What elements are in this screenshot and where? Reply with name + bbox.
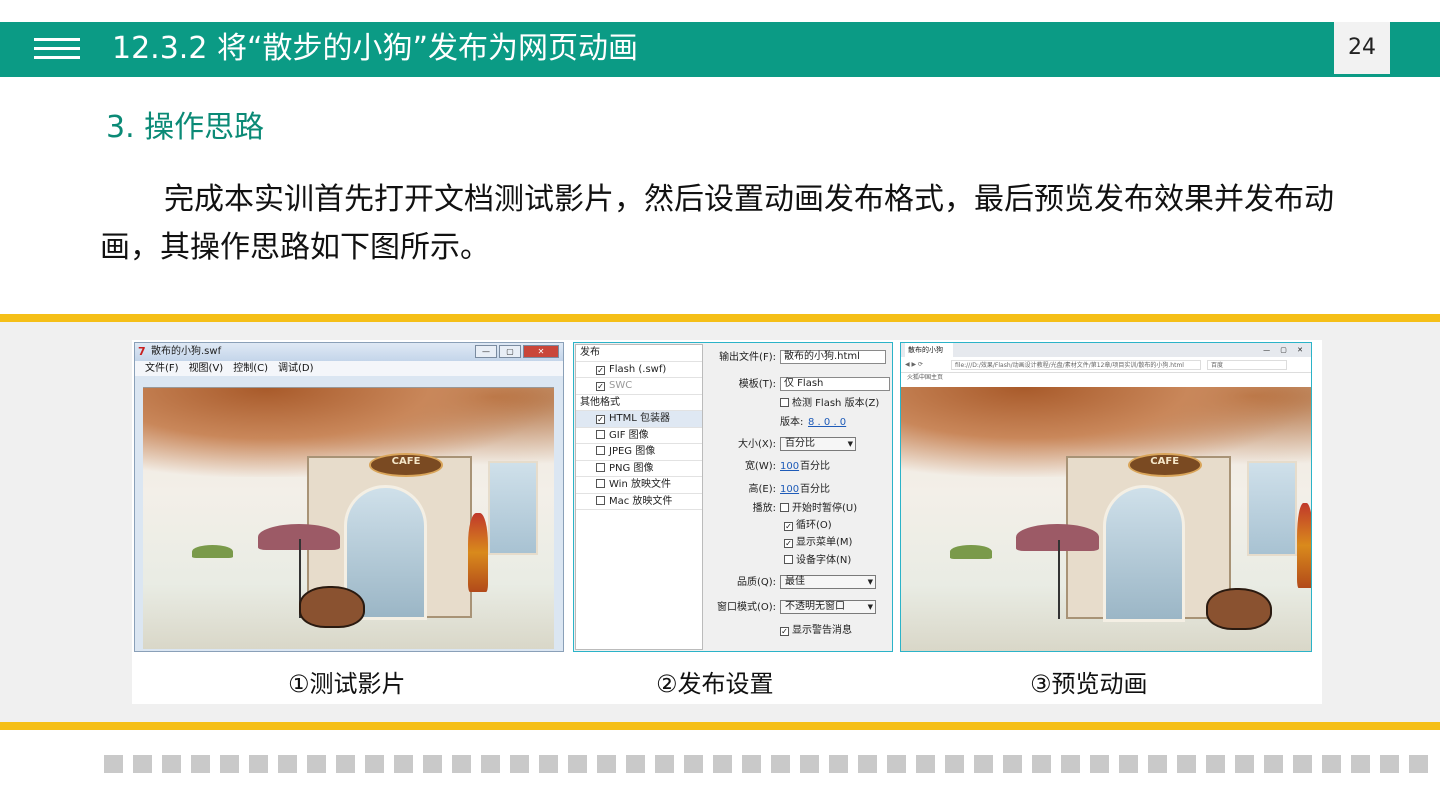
checkbox-icon[interactable] [596, 429, 605, 439]
checkbox-icon[interactable]: ✓ [784, 539, 793, 548]
format-swc: ✓ SWC [576, 378, 702, 395]
browser-toolbar: ◀ ▶ ⟳ file:///D:/效果/Flash/动画设计教程/光盘/素材文件… [901, 357, 1311, 373]
format-png[interactable]: PNG 图像 [576, 461, 702, 477]
show-menu-checkbox[interactable]: ✓ 显示菜单(M) [784, 535, 852, 551]
minimize-button[interactable]: — [475, 345, 497, 358]
width-value[interactable]: 100 [780, 459, 799, 475]
cafe-sign: CAFE [369, 453, 444, 477]
checkbox-icon[interactable] [596, 446, 605, 455]
html-settings: 输出文件(F): 散布的小狗.html 模板(T): 仅 Flash 检测 Fl… [708, 344, 890, 650]
workflow-figure: 7 散布的小狗.swf — ▢ ✕ 文件(F) 视图(V) 控制(C) 调试(D… [132, 340, 1322, 704]
format-html-wrapper[interactable]: ✓ HTML 包装器 [576, 411, 702, 428]
menu-icon[interactable] [34, 38, 80, 60]
format-flash[interactable]: ✓ Flash (.swf) [576, 362, 702, 378]
address-bar[interactable]: file:///D:/效果/Flash/动画设计教程/光盘/素材文件/第12章/… [951, 360, 1201, 370]
checkbox-icon[interactable]: ✓ [784, 522, 793, 531]
height-unit: 百分比 [800, 484, 830, 495]
checkbox-icon[interactable]: ✓ [780, 627, 789, 636]
test-movie-panel: 7 散布的小狗.swf — ▢ ✕ 文件(F) 视图(V) 控制(C) 调试(D… [134, 342, 564, 652]
back-icon[interactable]: ◀ ▶ ⟳ [905, 361, 923, 368]
window-mode-select[interactable]: 不透明无窗口 ▼ [780, 600, 876, 614]
width-label: 宽(W): [744, 461, 776, 472]
body-paragraph: 完成本实训首先打开文档测试影片，然后设置动画发布格式，最后预览发布效果并发布动画… [100, 182, 1334, 265]
checkbox-icon[interactable] [784, 555, 793, 564]
detect-flash-checkbox[interactable]: 检测 Flash 版本(Z) [780, 396, 879, 412]
page-number: 24 [1334, 22, 1390, 74]
size-label: 大小(X): [737, 439, 776, 450]
caption-test-movie: ①测试影片 [288, 670, 406, 698]
caption-preview: ③预览动画 [1030, 670, 1148, 698]
checkbox-icon[interactable]: ✓ [596, 365, 605, 375]
browser-preview-panel: 散布的小狗 — ▢ ✕ ◀ ▶ ⟳ file:///D:/效果/Flash/动画… [900, 342, 1312, 652]
favorites-bar[interactable]: 火狐中国主页 [901, 373, 1311, 383]
format-mac-projector[interactable]: Mac 放映文件 [576, 494, 702, 510]
browser-tab-strip: 散布的小狗 — ▢ ✕ [901, 343, 1311, 357]
format-win-projector[interactable]: Win 放映文件 [576, 477, 702, 494]
window-mode-label: 窗口模式(O): [716, 602, 776, 613]
menu-file[interactable]: 文件(F) [145, 361, 179, 376]
search-input[interactable]: 百度 [1207, 360, 1287, 370]
group-other-formats: 其他格式 [576, 395, 702, 411]
header-bar: 12.3.2 将“散步的小狗”发布为网页动画 24 [0, 22, 1440, 74]
format-list: 发布 ✓ Flash (.swf) ✓ SWC 其他格式 ✓ HTML 包装器 GIF… [575, 344, 703, 650]
menu-view[interactable]: 视图(V) [189, 361, 224, 376]
size-select[interactable]: 百分比 ▼ [780, 437, 856, 451]
dropdown-arrow-icon: ▼ [847, 440, 853, 448]
pause-at-start-checkbox[interactable]: 开始时暂停(U) [780, 501, 857, 517]
close-button[interactable]: ✕ [523, 345, 559, 358]
header-underline [0, 74, 1440, 77]
checkbox-icon[interactable] [780, 503, 789, 512]
checkbox-icon[interactable] [596, 495, 605, 505]
divider-bottom [0, 722, 1440, 730]
format-gif[interactable]: GIF 图像 [576, 428, 702, 444]
playback-label: 播放: [752, 503, 776, 514]
player-title: 散布的小狗.swf [151, 346, 222, 357]
format-jpeg[interactable]: JPEG 图像 [576, 444, 702, 461]
dropdown-arrow-icon: ▼ [867, 603, 873, 611]
window-controls: — ▢ ✕ [475, 345, 559, 358]
version-label: 版本: [780, 417, 804, 428]
browser-window-controls[interactable]: — ▢ ✕ [1263, 343, 1307, 357]
checkbox-icon[interactable] [596, 479, 605, 488]
group-publish: 发布 [576, 345, 702, 362]
slide-title: 12.3.2 将“散步的小狗”发布为网页动画 [112, 31, 639, 66]
decorative-dash-row [104, 755, 1440, 773]
maximize-button[interactable]: ▢ [499, 345, 521, 358]
version-value[interactable]: 8 . 0 . 0 [808, 415, 846, 431]
divider-top [0, 314, 1440, 322]
caption-publish-settings: ②发布设置 [656, 670, 774, 698]
section-heading: 3. 操作思路 [106, 110, 265, 145]
template-label: 模板(T): [738, 379, 776, 390]
browser-tab[interactable]: 散布的小狗 [905, 343, 953, 357]
flash-player-icon: 7 [138, 345, 146, 358]
show-warnings-checkbox[interactable]: ✓ 显示警告消息 [780, 623, 852, 639]
dropdown-arrow-icon: ▼ [867, 578, 873, 586]
template-select[interactable]: 仅 Flash [780, 377, 890, 391]
cafe-illustration: CAFE [143, 387, 554, 649]
height-label: 高(E): [748, 484, 777, 495]
player-menu-bar: 文件(F) 视图(V) 控制(C) 调试(D) [135, 361, 563, 376]
player-title-bar: 7 散布的小狗.swf — ▢ ✕ [135, 343, 563, 361]
output-file-input[interactable]: 散布的小狗.html [780, 350, 886, 364]
menu-control[interactable]: 控制(C) [233, 361, 268, 376]
output-file-label: 输出文件(F): [719, 352, 776, 363]
cafe-illustration-preview: CAFE [901, 387, 1311, 651]
dog-character [1205, 587, 1272, 630]
quality-select[interactable]: 最佳 ▼ [780, 575, 876, 589]
quality-label: 品质(Q): [736, 577, 776, 588]
height-value[interactable]: 100 [780, 482, 799, 498]
device-font-checkbox[interactable]: 设备字体(N) [784, 553, 851, 569]
width-unit: 百分比 [800, 461, 830, 472]
checkbox-icon[interactable] [780, 398, 789, 407]
publish-settings-panel: 发布 ✓ Flash (.swf) ✓ SWC 其他格式 ✓ HTML 包装器 GIF… [573, 342, 893, 652]
checkbox-icon: ✓ [596, 382, 605, 391]
menu-debug[interactable]: 调试(D) [278, 361, 314, 376]
loop-checkbox[interactable]: ✓ 循环(O) [784, 518, 832, 534]
cafe-sign: CAFE [1127, 453, 1202, 477]
checkbox-icon[interactable] [596, 462, 605, 472]
checkbox-icon[interactable]: ✓ [596, 415, 605, 424]
dog-character [299, 586, 365, 629]
